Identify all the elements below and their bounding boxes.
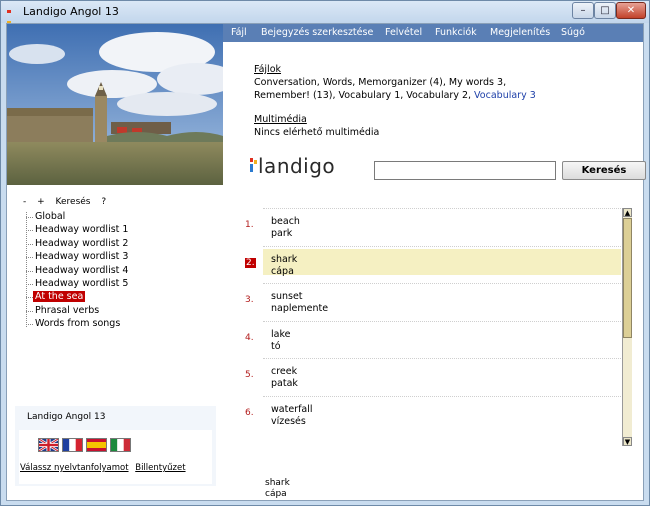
- item-english: lake: [271, 328, 291, 340]
- tree-item-global[interactable]: Global: [23, 210, 213, 223]
- tree-item-headway-3[interactable]: Headway wordlist 3: [23, 250, 213, 263]
- menu-edit-entry[interactable]: Bejegyzés szerkesztése: [261, 27, 373, 38]
- word-list-scrollbar[interactable]: ▲ ▼: [622, 208, 632, 446]
- scroll-up-icon[interactable]: ▲: [623, 208, 632, 217]
- scrollbar-thumb[interactable]: [623, 218, 632, 338]
- tree-item-headway-5[interactable]: Headway wordlist 5: [23, 277, 213, 290]
- uk-flag-icon[interactable]: [38, 438, 59, 452]
- menu-help[interactable]: Súgó: [561, 27, 585, 38]
- item-english: shark: [271, 253, 298, 265]
- search-input[interactable]: [375, 162, 551, 179]
- keyboard-link[interactable]: Billentyűzet: [135, 463, 185, 473]
- item-number: 5.: [245, 370, 254, 380]
- item-number: 3.: [245, 295, 254, 305]
- item-hungarian: tó: [271, 340, 281, 352]
- choose-course-link[interactable]: Válassz nyelvtanfolyamot: [20, 463, 129, 473]
- maximize-button[interactable]: □: [594, 2, 616, 19]
- files-line-1[interactable]: Conversation, Words, Memorganizer (4), M…: [254, 76, 506, 89]
- search-button[interactable]: Keresés: [562, 161, 646, 180]
- detail-english: shark: [265, 478, 290, 488]
- item-number: 6.: [245, 407, 254, 418]
- list-item-selected[interactable]: 2. shark cápa: [223, 245, 621, 284]
- files-list[interactable]: Remember! (13), Vocabulary 1, Vocabulary…: [254, 90, 474, 101]
- multimedia-label: Multimédia: [254, 114, 307, 125]
- current-file-link[interactable]: Vocabulary 3: [474, 90, 536, 101]
- close-button[interactable]: ✕: [616, 2, 646, 19]
- list-item[interactable]: 3. sunset naplemente: [223, 283, 621, 321]
- tree-help-button[interactable]: ?: [101, 197, 106, 207]
- course-links: Válassz nyelvtanfolyamot Billentyűzet: [20, 463, 190, 473]
- client-area: - + Keresés ? Global Headway wordlist 1 …: [6, 23, 646, 501]
- item-number: 2.: [245, 257, 256, 268]
- item-hungarian: park: [271, 228, 293, 239]
- menu-view[interactable]: Megjelenítés: [490, 27, 550, 38]
- item-english: beach: [271, 216, 300, 227]
- list-item[interactable]: 5. creek patak: [223, 358, 621, 396]
- italy-flag-icon[interactable]: [110, 438, 131, 452]
- app-window: Landigo Angol 13 – □ ✕ - + Keresés ? Glo…: [0, 0, 650, 506]
- list-item[interactable]: 4. lake tó: [223, 320, 621, 359]
- list-item[interactable]: 6. waterfall vízesés: [223, 395, 621, 434]
- window-title: Landigo Angol 13: [23, 5, 119, 18]
- london-photo: [7, 24, 223, 185]
- tree-item-headway-4[interactable]: Headway wordlist 4: [23, 264, 213, 277]
- files-label: Fájlok: [254, 64, 282, 75]
- left-pane: - + Keresés ? Global Headway wordlist 1 …: [7, 24, 223, 500]
- menu-functions[interactable]: Funkciók: [435, 27, 477, 38]
- files-line-2: Remember! (13), Vocabulary 1, Vocabulary…: [254, 89, 536, 102]
- menu-record[interactable]: Felvétel: [385, 27, 422, 38]
- logo-text: landigo: [258, 154, 336, 178]
- course-title: Landigo Angol 13: [27, 412, 106, 422]
- list-item[interactable]: 1. beach park: [223, 208, 621, 246]
- course-selector: Válassz nyelvtanfolyamot Billentyűzet: [19, 430, 212, 484]
- item-hungarian: vízesés: [271, 415, 306, 427]
- title-bar[interactable]: Landigo Angol 13 – □ ✕: [1, 1, 649, 35]
- tree-item-at-the-sea[interactable]: At the sea: [23, 290, 213, 303]
- france-flag-icon[interactable]: [62, 438, 83, 452]
- item-hungarian: naplemente: [271, 303, 329, 314]
- tree-item-headway-2[interactable]: Headway wordlist 2: [23, 237, 213, 250]
- app-icon: [7, 6, 11, 35]
- item-hungarian: patak: [271, 378, 298, 389]
- menu-bar: Fájl Bejegyzés szerkesztése Felvétel Fun…: [223, 24, 643, 42]
- item-english: creek: [271, 366, 298, 377]
- minimize-button[interactable]: –: [572, 2, 594, 19]
- right-pane: Fájl Bejegyzés szerkesztése Felvétel Fun…: [223, 24, 646, 500]
- word-list: 1. beach park 2. shark cápa 3. sunset na…: [223, 208, 621, 446]
- scroll-down-icon[interactable]: ▼: [623, 437, 632, 446]
- tree-search-button[interactable]: Keresés: [56, 197, 91, 207]
- expand-button[interactable]: +: [37, 197, 45, 207]
- wordlist-tree: Global Headway wordlist 1 Headway wordli…: [23, 210, 213, 331]
- menu-file[interactable]: Fájl: [231, 27, 247, 38]
- tree-toolbar: - + Keresés ?: [23, 197, 114, 207]
- selection-highlight: [263, 248, 621, 275]
- tree-item-headway-1[interactable]: Headway wordlist 1: [23, 223, 213, 236]
- item-hungarian: cápa: [271, 265, 294, 277]
- item-english: sunset: [271, 291, 303, 302]
- search-field[interactable]: [374, 161, 556, 180]
- collapse-button[interactable]: -: [23, 197, 26, 207]
- spain-flag-icon[interactable]: [86, 438, 107, 452]
- tree-item-phrasal-verbs[interactable]: Phrasal verbs: [23, 304, 213, 317]
- detail-hungarian: cápa: [265, 489, 287, 499]
- item-english: waterfall: [271, 403, 313, 415]
- tree-item-words-from-songs[interactable]: Words from songs: [23, 317, 213, 330]
- item-number: 4.: [245, 332, 254, 343]
- item-number: 1.: [245, 220, 254, 230]
- course-panel: Landigo Angol 13 Válassz nyelvtanfolyamo…: [15, 406, 216, 486]
- multimedia-status: Nincs elérhető multimédia: [254, 127, 380, 138]
